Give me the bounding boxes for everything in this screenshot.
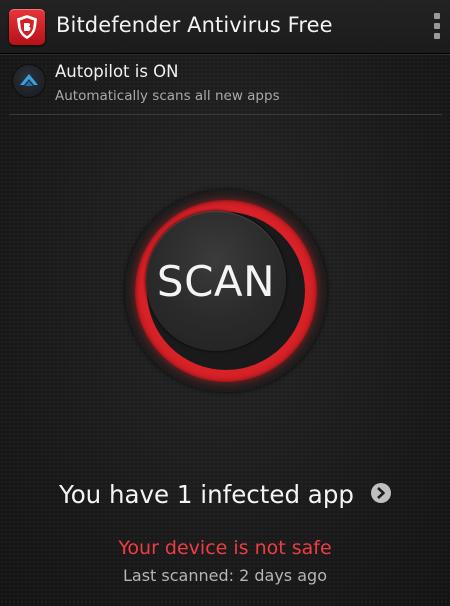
autopilot-chevron-icon	[12, 64, 46, 98]
autopilot-title: Autopilot is ON	[55, 62, 179, 81]
infected-apps-text: You have 1 infected app	[58, 480, 354, 509]
chevron-right-icon[interactable]	[371, 482, 392, 503]
app-title: Bitdefender Antivirus Free	[56, 13, 333, 37]
scan-button-bezel: SCAN	[125, 190, 327, 392]
autopilot-subtitle: Automatically scans all new apps	[55, 88, 280, 104]
scan-button[interactable]: SCAN	[146, 211, 286, 351]
overflow-menu-icon[interactable]	[430, 13, 444, 41]
divider	[9, 114, 442, 115]
bitdefender-shield-icon[interactable]	[9, 9, 45, 45]
infected-apps-row[interactable]: You have 1 infected app	[0, 480, 450, 514]
action-bar: Bitdefender Antivirus Free	[0, 0, 450, 54]
scan-label: SCAN	[156, 256, 276, 306]
autopilot-row[interactable]: Autopilot is ON Automatically scans all …	[0, 56, 450, 112]
device-warning: Your device is not safe	[118, 537, 332, 559]
last-scanned: Last scanned: 2 days ago	[123, 566, 327, 585]
